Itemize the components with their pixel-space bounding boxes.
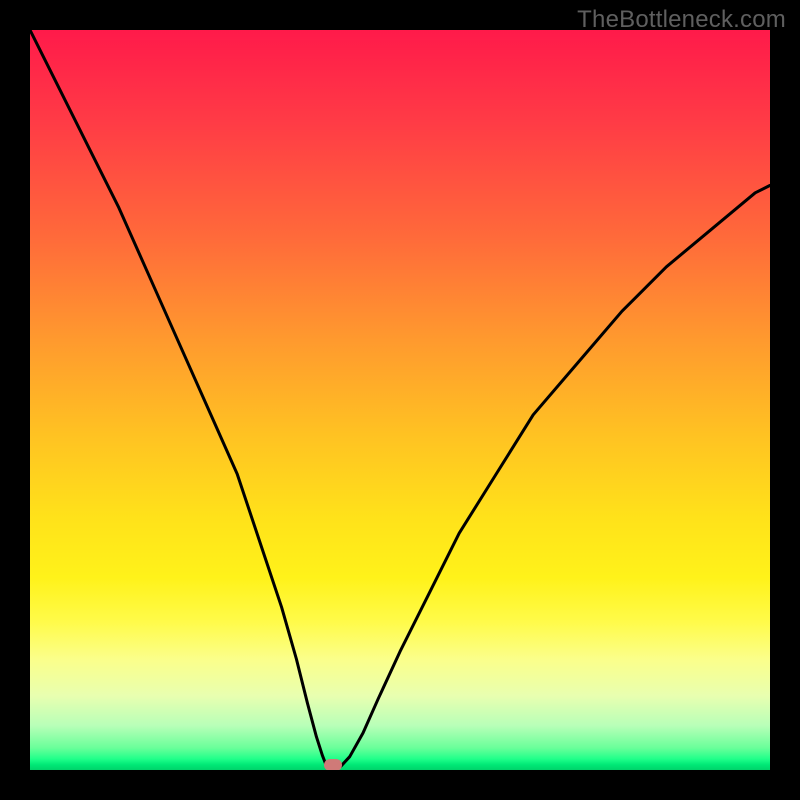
optimal-marker <box>324 759 342 770</box>
bottleneck-curve <box>30 30 770 770</box>
attribution-label: TheBottleneck.com <box>577 6 786 34</box>
chart-frame: TheBottleneck.com <box>0 0 800 800</box>
plot-area <box>30 30 770 770</box>
